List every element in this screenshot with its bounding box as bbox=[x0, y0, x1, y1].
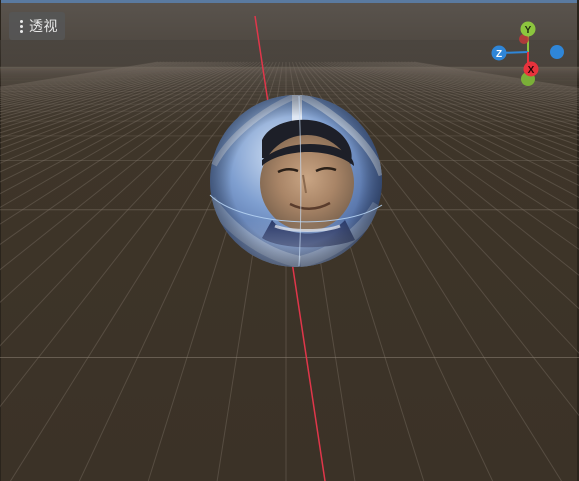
grid-line bbox=[397, 61, 579, 96]
gizmo-x-handle[interactable]: X bbox=[523, 61, 539, 77]
grid-line bbox=[394, 61, 579, 98]
view-mode-label: 透视 bbox=[29, 18, 58, 34]
grid-line bbox=[0, 61, 194, 106]
grid-line bbox=[0, 61, 271, 408]
view-mode-button[interactable]: 透视 bbox=[9, 12, 65, 40]
grid-line bbox=[0, 61, 203, 113]
grid-line bbox=[340, 61, 579, 153]
grid-line bbox=[407, 61, 579, 92]
grid-line bbox=[401, 61, 579, 95]
gizmo-x-label: X bbox=[528, 65, 535, 76]
grid-line bbox=[343, 61, 579, 146]
gizmo-y-handle[interactable]: Y bbox=[520, 21, 536, 37]
gizmo-neg-z-handle[interactable] bbox=[550, 45, 564, 59]
grid-line bbox=[0, 61, 239, 164]
grid-line bbox=[378, 61, 579, 107]
kebab-menu-icon bbox=[14, 12, 28, 40]
grid-line bbox=[349, 61, 579, 136]
grid-line bbox=[413, 61, 579, 89]
grid-line bbox=[337, 61, 579, 159]
gizmo-z-handle[interactable]: Z bbox=[491, 45, 507, 61]
grid-line bbox=[0, 61, 197, 108]
grid-line bbox=[0, 61, 216, 126]
textured-sphere[interactable] bbox=[200, 95, 400, 280]
grid-line bbox=[0, 61, 187, 101]
grid-line bbox=[327, 61, 579, 186]
scene-viewport[interactable]: 透视 Y Z X bbox=[0, 0, 579, 481]
grid-line bbox=[0, 61, 200, 110]
orientation-gizmo[interactable]: Y Z X bbox=[484, 14, 574, 94]
grid-line bbox=[0, 61, 191, 103]
grid-line bbox=[324, 61, 579, 198]
grid-line bbox=[0, 61, 242, 173]
gizmo-z-label: Z bbox=[496, 49, 502, 60]
gizmo-y-label: Y bbox=[525, 25, 532, 36]
grid-line bbox=[391, 61, 579, 99]
